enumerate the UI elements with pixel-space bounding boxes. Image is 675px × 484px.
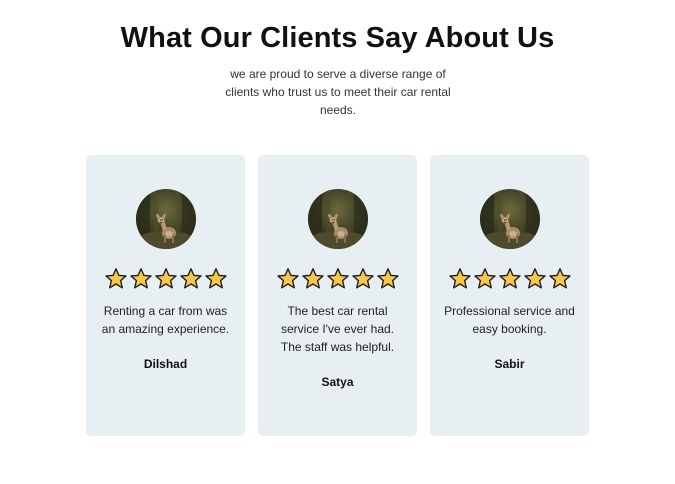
star-icon bbox=[326, 267, 350, 291]
section-title: What Our Clients Say About Us bbox=[120, 22, 555, 54]
star-icon bbox=[154, 267, 178, 291]
star-icon bbox=[301, 267, 325, 291]
testimonial-card: Professional service and easy booking. S… bbox=[430, 155, 589, 436]
client-name: Satya bbox=[321, 375, 354, 389]
testimonial-card: The best car rental service I've ever ha… bbox=[258, 155, 417, 436]
client-name: Dilshad bbox=[143, 357, 188, 371]
star-rating bbox=[104, 267, 228, 291]
star-icon bbox=[179, 267, 203, 291]
star-rating bbox=[448, 267, 572, 291]
star-icon bbox=[376, 267, 400, 291]
star-icon bbox=[104, 267, 128, 291]
star-icon bbox=[523, 267, 547, 291]
testimonial-cards: Renting a car from was an amazing experi… bbox=[86, 155, 589, 436]
star-icon bbox=[448, 267, 472, 291]
testimonial-text: Professional service and easy booking. bbox=[444, 304, 575, 336]
star-rating bbox=[276, 267, 400, 291]
star-icon bbox=[129, 267, 153, 291]
star-icon bbox=[351, 267, 375, 291]
avatar bbox=[136, 189, 196, 249]
testimonial-text: The best car rental service I've ever ha… bbox=[280, 304, 395, 354]
star-icon bbox=[498, 267, 522, 291]
avatar bbox=[308, 189, 368, 249]
testimonials-page: What Our Clients Say About Us we are pro… bbox=[0, 0, 675, 484]
testimonial-card: Renting a car from was an amazing experi… bbox=[86, 155, 245, 436]
section-subtitle: we are proud to serve a diverse range of… bbox=[225, 67, 451, 117]
testimonial-text: Renting a car from was an amazing experi… bbox=[101, 304, 230, 336]
avatar bbox=[480, 189, 540, 249]
star-icon bbox=[204, 267, 228, 291]
star-icon bbox=[548, 267, 572, 291]
client-name: Sabir bbox=[494, 357, 525, 371]
star-icon bbox=[276, 267, 300, 291]
star-icon bbox=[473, 267, 497, 291]
